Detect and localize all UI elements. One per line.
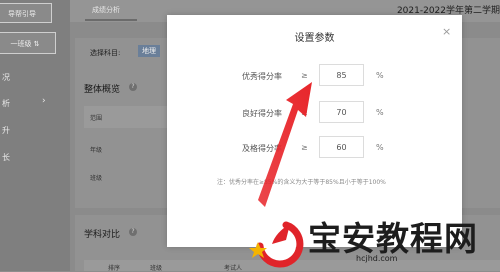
arrow-icon bbox=[258, 82, 312, 207]
watermark-text: 宝安教程网 bbox=[308, 219, 478, 258]
logo-icon bbox=[249, 221, 304, 268]
watermark-url: hcjhd.com bbox=[356, 254, 398, 263]
